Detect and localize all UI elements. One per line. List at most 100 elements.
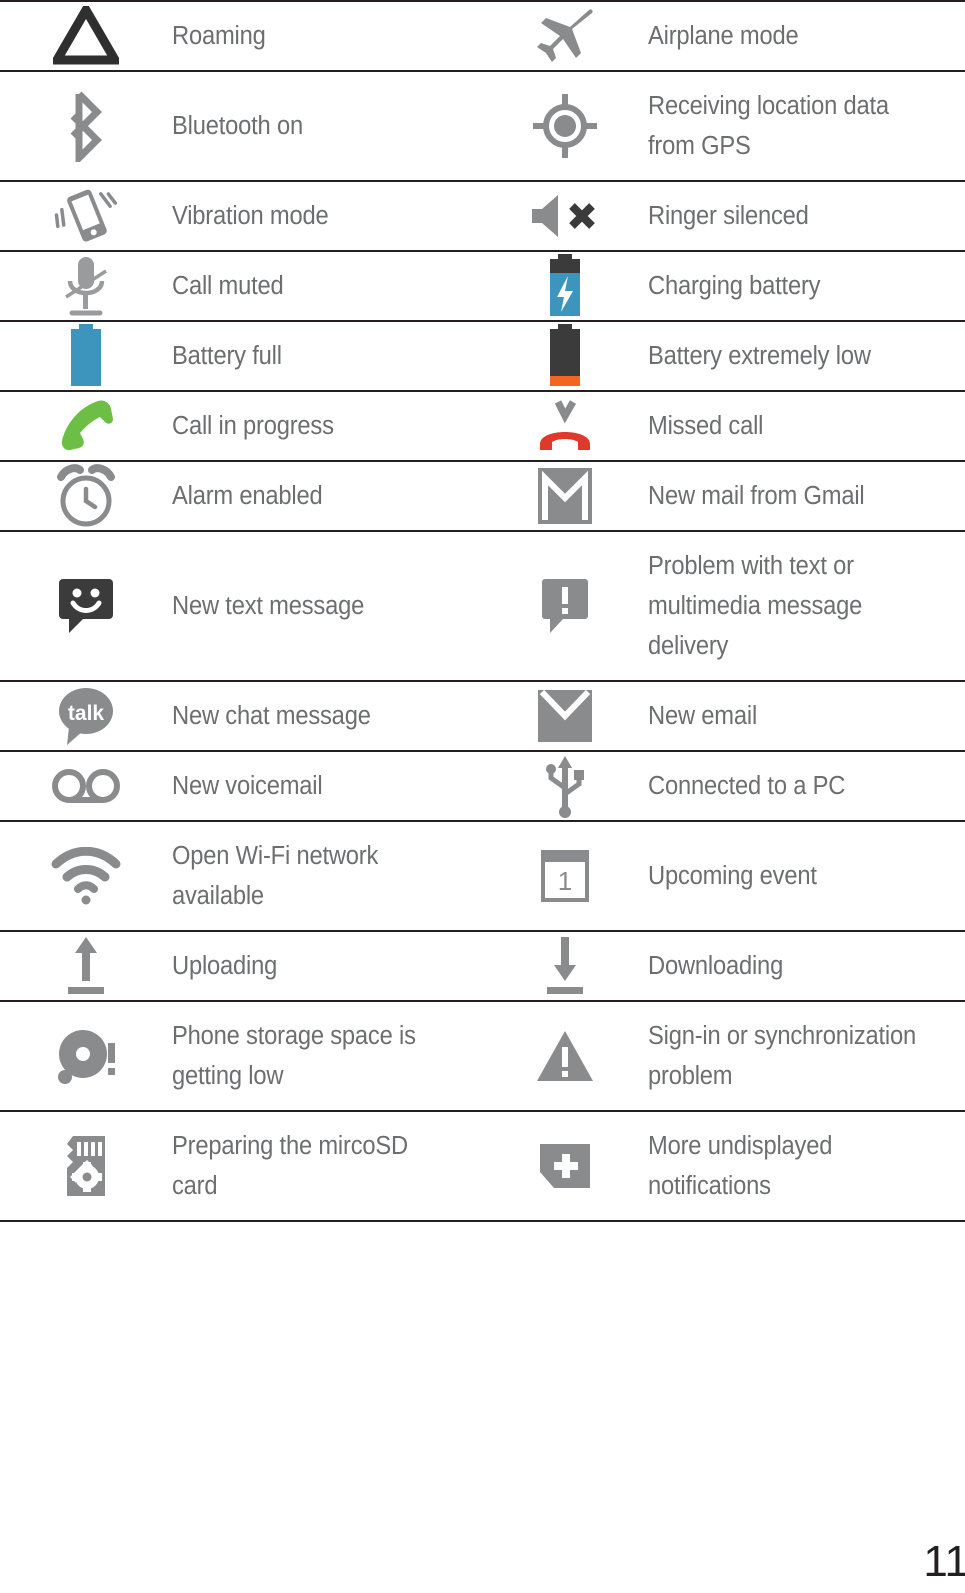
table-row: talk New chat message New email — [0, 681, 965, 751]
icon-label: Problem with text or multimedia message … — [648, 552, 863, 660]
label-cell-left: Vibration mode — [172, 181, 482, 251]
icon-cell-right — [482, 321, 648, 391]
label-cell-left: Call in progress — [172, 391, 482, 461]
table-row: Uploading Downloading — [0, 931, 965, 1001]
icon-cell-right — [482, 181, 648, 251]
call-muted-microphone-icon — [56, 253, 116, 319]
phone-storage-low-icon — [53, 1025, 119, 1087]
icon-cell-right — [482, 391, 648, 461]
icon-label: New text message — [172, 592, 365, 620]
icon-label: Battery full — [172, 342, 282, 370]
open-wifi-network-icon — [50, 846, 122, 905]
charging-battery-icon — [543, 254, 587, 318]
downloading-icon — [543, 935, 587, 997]
table-row: Battery full Battery extremely low — [0, 321, 965, 391]
icon-label: Ringer silenced — [648, 202, 809, 230]
icon-label: Missed call — [648, 412, 764, 440]
microsd-preparing-icon — [61, 1134, 111, 1198]
icon-label: Call muted — [172, 272, 284, 300]
label-cell-left: Open Wi-Fi network available — [172, 821, 482, 931]
roaming-triangle-icon — [49, 1, 123, 66]
label-cell-left: Alarm enabled — [172, 461, 482, 531]
label-cell-left: New chat message — [172, 681, 482, 751]
gps-location-icon — [533, 94, 597, 158]
icon-cell-left — [0, 461, 172, 531]
icon-label: Call in progress — [172, 412, 334, 440]
icon-cell-left — [0, 1001, 172, 1111]
icon-label: New voicemail — [172, 772, 323, 800]
label-cell-right: Charging battery — [648, 251, 965, 321]
icon-label: Vibration mode — [172, 202, 329, 230]
label-cell-right: Sign-in or synchronization problem — [648, 1001, 965, 1111]
table-row: Roaming Airplane mode — [0, 1, 965, 71]
missed-call-icon — [534, 396, 596, 456]
label-cell-right: Airplane mode — [648, 1, 965, 71]
label-cell-right: Receiving location data from GPS — [648, 71, 965, 181]
airplane-mode-icon — [534, 7, 596, 65]
icon-label: New email — [648, 702, 758, 730]
icon-cell-right — [482, 461, 648, 531]
new-voicemail-icon — [51, 766, 121, 806]
label-cell-left: Bluetooth on — [172, 71, 482, 181]
icon-cell-left — [0, 181, 172, 251]
table-row: New voicemail Connected to a PC — [0, 751, 965, 821]
message-delivery-problem-icon — [536, 577, 594, 635]
call-in-progress-icon — [58, 397, 114, 455]
label-cell-left: Battery full — [172, 321, 482, 391]
label-cell-right: Connected to a PC — [648, 751, 965, 821]
icon-label: Airplane mode — [648, 22, 799, 50]
label-cell-left: Phone storage space is getting low — [172, 1001, 482, 1111]
vibration-mode-icon — [50, 183, 122, 249]
icon-label: New mail from Gmail — [648, 482, 865, 510]
icon-cell-right — [482, 251, 648, 321]
table-row: New text message Problem with text or mu… — [0, 531, 965, 681]
table-row: Phone storage space is getting low Sign-… — [0, 1001, 965, 1111]
label-cell-right: Battery extremely low — [648, 321, 965, 391]
usb-connected-icon — [543, 752, 587, 820]
icon-cell-left — [0, 71, 172, 181]
battery-extremely-low-icon — [543, 324, 587, 388]
icon-label: Connected to a PC — [648, 772, 846, 800]
label-cell-left: New voicemail — [172, 751, 482, 821]
icon-cell-right — [482, 1, 648, 71]
icon-cell-left — [0, 751, 172, 821]
gmail-new-mail-icon — [535, 468, 595, 524]
label-cell-right: Problem with text or multimedia message … — [648, 531, 965, 681]
table-row: Call muted Charging battery — [0, 251, 965, 321]
icon-label: Uploading — [172, 952, 278, 980]
status-notification-icon-table: Roaming Airplane mode Bluetooth on Recei… — [0, 0, 965, 1222]
icon-cell-right — [482, 751, 648, 821]
icon-label: Receiving location data from GPS — [648, 92, 889, 160]
new-email-envelope-icon — [534, 689, 596, 742]
icon-cell-right — [482, 1111, 648, 1221]
icon-cell-left — [0, 931, 172, 1001]
icon-cell-left — [0, 1, 172, 71]
battery-full-icon — [64, 324, 108, 388]
icon-label: Open Wi-Fi network available — [172, 842, 379, 910]
label-cell-right: Ringer silenced — [648, 181, 965, 251]
alarm-enabled-icon — [55, 463, 117, 529]
icon-cell-left — [0, 821, 172, 931]
svg-text:talk: talk — [68, 702, 105, 725]
icon-cell-left — [0, 251, 172, 321]
label-cell-left: Roaming — [172, 1, 482, 71]
icon-label: Preparing the mircoSD card — [172, 1132, 408, 1200]
table-row: Open Wi-Fi network available 1 Upcoming … — [0, 821, 965, 931]
label-cell-right: Missed call — [648, 391, 965, 461]
icon-label: Upcoming event — [648, 862, 817, 890]
icon-label: Roaming — [172, 22, 266, 50]
icon-label: Downloading — [648, 952, 784, 980]
label-cell-left: Uploading — [172, 931, 482, 1001]
table-row: Call in progress Missed call — [0, 391, 965, 461]
label-cell-right: New email — [648, 681, 965, 751]
icon-cell-left — [0, 321, 172, 391]
upcoming-event-calendar-icon: 1 — [539, 848, 591, 904]
label-cell-left: New text message — [172, 531, 482, 681]
icon-label: Bluetooth on — [172, 112, 303, 140]
sync-problem-warning-icon — [535, 1029, 595, 1083]
label-cell-left: Call muted — [172, 251, 482, 321]
icon-label: New chat message — [172, 702, 371, 730]
icon-cell-right — [482, 531, 648, 681]
icon-cell-right — [482, 931, 648, 1001]
icon-cell-right — [482, 71, 648, 181]
